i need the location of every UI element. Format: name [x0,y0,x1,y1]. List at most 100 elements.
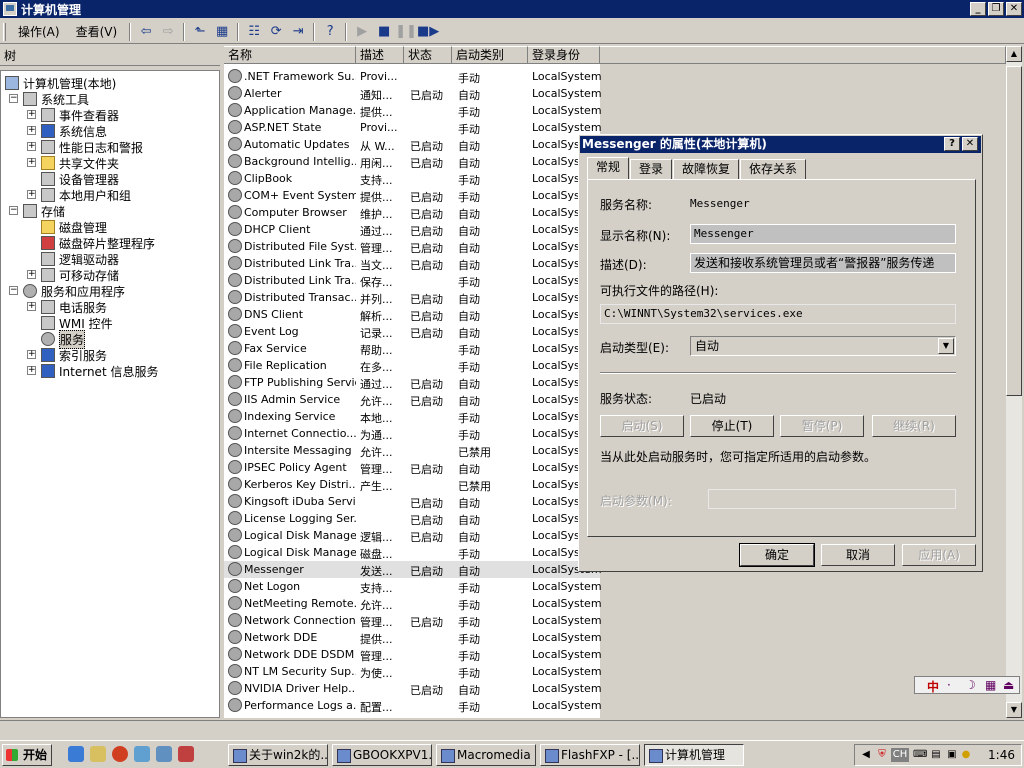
properties-dialog[interactable]: Messenger 的属性(本地计算机) ? ✕ 常规 登录 故障恢复 依存关系… [578,134,983,572]
table-row[interactable]: Network DDE 提供... 手动 LocalSystem [224,629,602,646]
expand-icon[interactable]: + [27,302,36,311]
start-service-icon[interactable]: ▶ [351,22,373,42]
tree-node[interactable]: 磁盘碎片整理程序 [41,235,155,251]
task-macromedia[interactable]: Macromedia ... [436,744,536,766]
forward-arrow-icon[interactable]: ⇨ [157,22,179,42]
dialog-close-button[interactable]: ✕ [962,137,978,151]
export-list-icon[interactable]: ⇥ [287,22,309,42]
column-header[interactable]: 状态 [404,46,452,64]
tree-node[interactable]: + 索引服务 [27,347,107,363]
table-row[interactable]: IIS Admin Service 允许... 已启动 自动 LocalSystem [224,391,602,408]
table-row[interactable]: Indexing Service 本地... 手动 LocalSystem [224,408,602,425]
table-row[interactable]: Kingsoft iDuba Service已启动自动LocalSystem [224,493,602,510]
table-row[interactable]: Distributed Link Tra... 当文... 已启动 自动 LocalSy… [224,255,602,272]
stop-button[interactable]: 停止(T) [690,415,774,437]
table-row[interactable]: Logical Disk Manage... 磁盘... 手动 LocalSystem [224,544,602,561]
table-row[interactable]: Distributed Link Tra... 保存... 手动 LocalSyste… [224,272,602,289]
table-row[interactable]: NetMeeting Remote... 允许... 手动 LocalSystem [224,595,602,612]
network-icon[interactable]: ▤ [929,748,943,762]
restore-button[interactable]: ❐ [988,2,1004,16]
tree-node[interactable]: + 共享文件夹 [27,155,119,171]
table-row[interactable]: License Logging Ser... 已启动 自动 LocalSystem [224,510,602,527]
cancel-button[interactable]: 取消 [821,544,895,566]
vertical-scrollbar[interactable]: ▲ ▼ [1006,46,1022,718]
table-row[interactable]: .NET Framework Su... Provi... 手动 LocalSyste… [224,68,602,85]
table-row[interactable]: FTP Publishing Service 通过... 已启动 自动 LocalSys… [224,374,602,391]
tree-node[interactable]: + 本地用户和组 [27,187,131,203]
pause-button[interactable]: 暂停(P) [780,415,864,437]
display-name-field[interactable]: Messenger [690,224,956,244]
table-row[interactable]: Intersite Messaging 允许... 已禁用 LocalSystem [224,442,602,459]
table-row[interactable]: Messenger 发送... 已启动 自动 LocalSystem [224,561,602,578]
description-field[interactable]: 发送和接收系统管理员或者“警报器”服务传递 [690,253,956,273]
table-row[interactable]: DNS Client 解析... 已启动 自动 LocalSystem [224,306,602,323]
task-gbook[interactable]: GBOOKXPV1... [332,744,432,766]
resume-button[interactable]: 继续(R) [872,415,956,437]
tree-node[interactable]: 磁盘管理 [41,219,107,235]
collapse-icon[interactable]: − [9,206,18,215]
expand-icon[interactable]: + [27,366,36,375]
column-header[interactable]: 登录身份 [528,46,600,64]
tree-node[interactable]: + 可移动存储 [27,267,119,283]
window-titlebar[interactable]: 计算机管理 _ ❐ ✕ [0,0,1024,18]
eject-icon[interactable]: ⏏ [1003,678,1014,692]
table-row[interactable]: ClipBook 支持... 手动 LocalSystem [224,170,602,187]
table-row[interactable]: COM+ Event System 提供... 已启动 手动 LocalSystem [224,187,602,204]
table-row[interactable]: Automatic Updates 从 W... 已启动 自动 LocalSystem [224,136,602,153]
start-button[interactable]: 启动(S) [600,415,684,437]
expand-icon[interactable]: + [27,190,36,199]
scroll-up-icon[interactable]: ▲ [1006,46,1022,62]
tree-node[interactable]: + 事件查看器 [27,107,119,123]
qq-icon[interactable]: ● [959,748,973,762]
menu-view[interactable]: 查看(V) [68,23,126,40]
table-row[interactable]: Kerberos Key Distri... 产生... 已禁用 LocalSyste… [224,476,602,493]
table-row[interactable]: Distributed Transac... 并列... 已启动 自动 LocalSys… [224,289,602,306]
explorer-icon[interactable] [134,746,150,762]
table-row[interactable]: Logical Disk Manager 逻辑... 已启动 自动 LocalSyste… [224,527,602,544]
console-tree[interactable]: 计算机管理(本地) − 系统工具 + 事件查看器 + 系统信息 + 性能日志和警报 + 共享文件夹设… [0,70,220,718]
help-icon[interactable]: ? [319,22,341,42]
properties-icon[interactable]: ☷ [243,22,265,42]
tree-node[interactable]: + 性能日志和警报 [27,139,143,155]
collapse-icon[interactable]: − [9,286,18,295]
task-computer-management[interactable]: 计算机管理 [644,744,744,766]
start-params-input[interactable] [708,489,956,509]
moon-icon[interactable]: ☽ [965,678,976,692]
expand-icon[interactable]: + [27,142,36,151]
my-computer-icon[interactable] [156,746,172,762]
expand-icon[interactable]: + [27,158,36,167]
table-row[interactable]: Performance Logs a... 配置... 手动 LocalSystem [224,697,602,714]
help-button[interactable]: ? [944,137,960,151]
column-header[interactable]: 描述 [356,46,404,64]
table-row[interactable]: Distributed File Syst... 管理... 已启动 自动 LocalS… [224,238,602,255]
menu-action[interactable]: 操作(A) [10,23,68,40]
ime-toolbar[interactable]: 中 · ☽ ▦ ⏏ [914,676,1020,694]
flashfxp-quick-icon[interactable] [178,746,194,762]
tree-node[interactable]: − 系统工具 [9,91,89,107]
table-row[interactable]: Application Manage... 提供... 手动 LocalSystem [224,102,602,119]
ok-button[interactable]: 确定 [739,543,815,567]
table-row[interactable]: Event Log 记录... 已启动 自动 LocalSystem [224,323,602,340]
tree-node[interactable]: + 电话服务 [27,299,107,315]
tree-node[interactable]: 服务 [41,329,86,349]
pause-service-icon[interactable]: ❚❚ [395,22,417,42]
stop-service-icon[interactable]: ■ [373,22,395,42]
table-row[interactable]: Net Logon 支持... 手动 LocalSystem [224,578,602,595]
start-button[interactable]: 开始 [2,744,52,766]
table-row[interactable]: Internet Connectio... 为通... 手动 LocalSystem [224,425,602,442]
scroll-down-icon[interactable]: ▼ [1006,702,1022,718]
expand-icon[interactable]: + [27,350,36,359]
table-row[interactable]: Fax Service 帮助... 手动 LocalSystem [224,340,602,357]
expand-icon[interactable]: + [27,126,36,135]
table-row[interactable]: Background Intellig... 用闲... 已启动 自动 LocalSys… [224,153,602,170]
restart-service-icon[interactable]: ■▶ [417,22,439,42]
table-row[interactable]: Network DDE DSDM 管理... 手动 LocalSystem [224,646,602,663]
chevron-down-icon[interactable]: ▼ [938,338,954,354]
startup-type-select[interactable]: 自动 ▼ [690,336,956,356]
tree-node[interactable]: 设备管理器 [41,171,119,187]
tree-node[interactable]: + 系统信息 [27,123,107,139]
language-indicator[interactable]: CH [891,748,909,762]
outlook-icon[interactable] [90,746,106,762]
table-row[interactable]: Network Connections 管理... 已启动 手动 LocalSystem [224,612,602,629]
minimize-button[interactable]: _ [970,2,986,16]
